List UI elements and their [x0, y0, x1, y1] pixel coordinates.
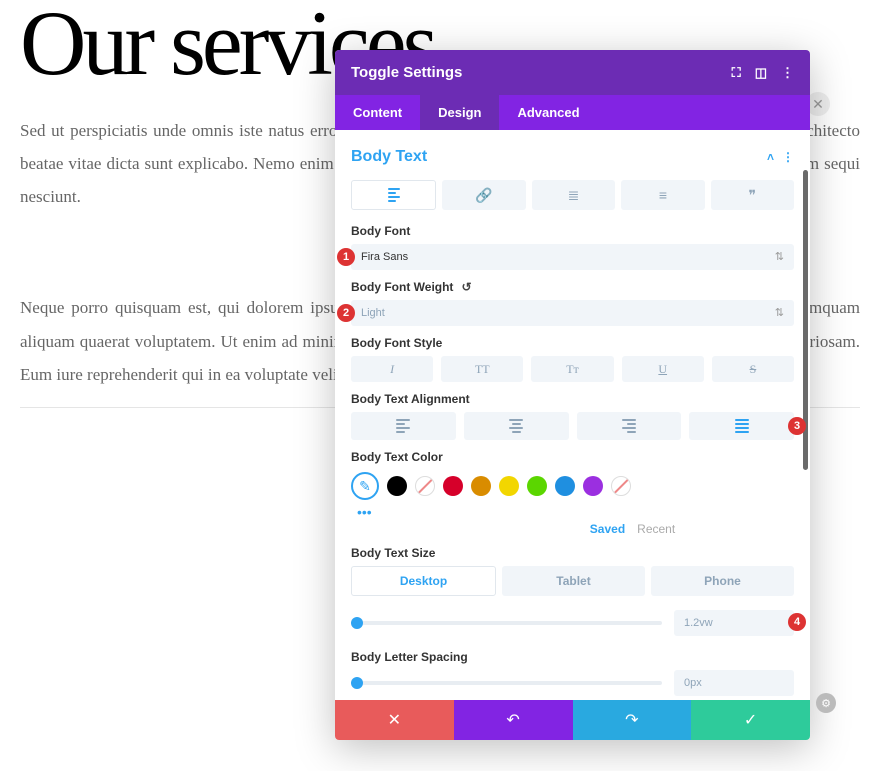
settings-panel: Toggle Settings ⛶ ◫ ⋮ Content Design Adv… [335, 50, 810, 740]
device-tablet[interactable]: Tablet [502, 566, 645, 596]
reset-icon[interactable]: ↺ [461, 280, 471, 294]
chevron-up-icon[interactable]: ˄ [767, 150, 774, 164]
label-body-font-style: Body Font Style [351, 336, 794, 350]
style-strike[interactable]: S [712, 356, 794, 382]
align-justify[interactable] [689, 412, 794, 440]
label-body-text-alignment: Body Text Alignment [351, 392, 794, 406]
label-body-text-size: Body Text Size [351, 546, 794, 560]
redo-button[interactable]: ↷ [573, 700, 692, 740]
kebab-icon[interactable]: ⋮ [782, 150, 794, 164]
text-size-slider[interactable] [351, 621, 662, 625]
annotation-badge-1: 1 [337, 248, 355, 266]
align-right[interactable] [577, 412, 682, 440]
body-font-select[interactable] [351, 244, 794, 270]
gear-icon[interactable]: ⚙ [816, 693, 836, 713]
panel-body: Body Text ˄ ⋮ 🔗 ≣ ≡ ❞ Body Font 1 ⇅ Body … [335, 130, 810, 700]
color-swatch[interactable] [443, 476, 463, 496]
label-body-text-color: Body Text Color [351, 450, 794, 464]
tab-design[interactable]: Design [420, 95, 499, 130]
text-tab-quote[interactable]: ❞ [711, 180, 794, 210]
color-swatch[interactable] [583, 476, 603, 496]
panel-header[interactable]: Toggle Settings ⛶ ◫ ⋮ [335, 50, 810, 95]
section-body-text[interactable]: Body Text ˄ ⋮ [351, 142, 794, 172]
align-left[interactable] [351, 412, 456, 440]
device-phone[interactable]: Phone [651, 566, 794, 596]
text-size-value[interactable]: 1.2vw [674, 610, 794, 636]
text-tab-a[interactable]: 🔗 [442, 180, 525, 210]
letter-spacing-value[interactable]: 0px [674, 670, 794, 696]
device-desktop[interactable]: Desktop [351, 566, 496, 596]
more-dots-icon[interactable]: ••• [357, 504, 794, 520]
style-italic[interactable]: I [351, 356, 433, 382]
label-body-font-weight: Body Font Weight ↺ [351, 280, 794, 294]
style-underline[interactable]: U [622, 356, 704, 382]
annotation-badge-2: 2 [337, 304, 355, 322]
section-label: Body Text [351, 148, 427, 166]
text-tab-p[interactable] [351, 180, 436, 210]
chevron-updown-icon: ⇅ [775, 250, 784, 263]
tab-content[interactable]: Content [335, 95, 420, 130]
text-element-tabs: 🔗 ≣ ≡ ❞ [351, 180, 794, 210]
panel-footer: ✕ ↶ ↷ ✓ [335, 700, 810, 740]
recent-tab[interactable]: Recent [637, 522, 675, 536]
kebab-icon[interactable]: ⋮ [781, 65, 794, 81]
expand-icon[interactable]: ⛶ [732, 65, 741, 81]
discard-button[interactable]: ✕ [335, 700, 454, 740]
undo-button[interactable]: ↶ [454, 700, 573, 740]
annotation-badge-3: 3 [788, 417, 806, 435]
alignment-row: 3 [351, 412, 794, 440]
device-tabs: Desktop Tablet Phone [351, 566, 794, 596]
panel-tabs: Content Design Advanced [335, 95, 810, 130]
label-body-font: Body Font [351, 224, 794, 238]
label-body-letter-spacing: Body Letter Spacing [351, 650, 794, 664]
color-swatch[interactable] [499, 476, 519, 496]
color-swatch[interactable] [415, 476, 435, 496]
save-button[interactable]: ✓ [691, 700, 810, 740]
color-swatch[interactable] [471, 476, 491, 496]
annotation-badge-4: 4 [788, 613, 806, 631]
chevron-updown-icon: ⇅ [775, 306, 784, 319]
body-font-weight-select[interactable] [351, 300, 794, 326]
text-tab-ol[interactable]: ≡ [621, 180, 704, 210]
panel-title: Toggle Settings [351, 64, 462, 81]
color-picker-icon[interactable]: ✎ [351, 472, 379, 500]
tab-advanced[interactable]: Advanced [499, 95, 597, 130]
letter-spacing-slider[interactable] [351, 681, 662, 685]
color-swatch[interactable] [555, 476, 575, 496]
snap-icon[interactable]: ◫ [755, 65, 767, 81]
font-style-row: I TT Tт U S [351, 356, 794, 382]
style-uppercase[interactable]: TT [441, 356, 523, 382]
color-swatch[interactable] [527, 476, 547, 496]
align-center[interactable] [464, 412, 569, 440]
color-swatch-transparent[interactable] [611, 476, 631, 496]
text-tab-ul[interactable]: ≣ [532, 180, 615, 210]
style-smallcaps[interactable]: Tт [531, 356, 613, 382]
color-row: ✎ [351, 472, 794, 500]
color-swatch[interactable] [387, 476, 407, 496]
saved-tab[interactable]: Saved [590, 522, 625, 536]
